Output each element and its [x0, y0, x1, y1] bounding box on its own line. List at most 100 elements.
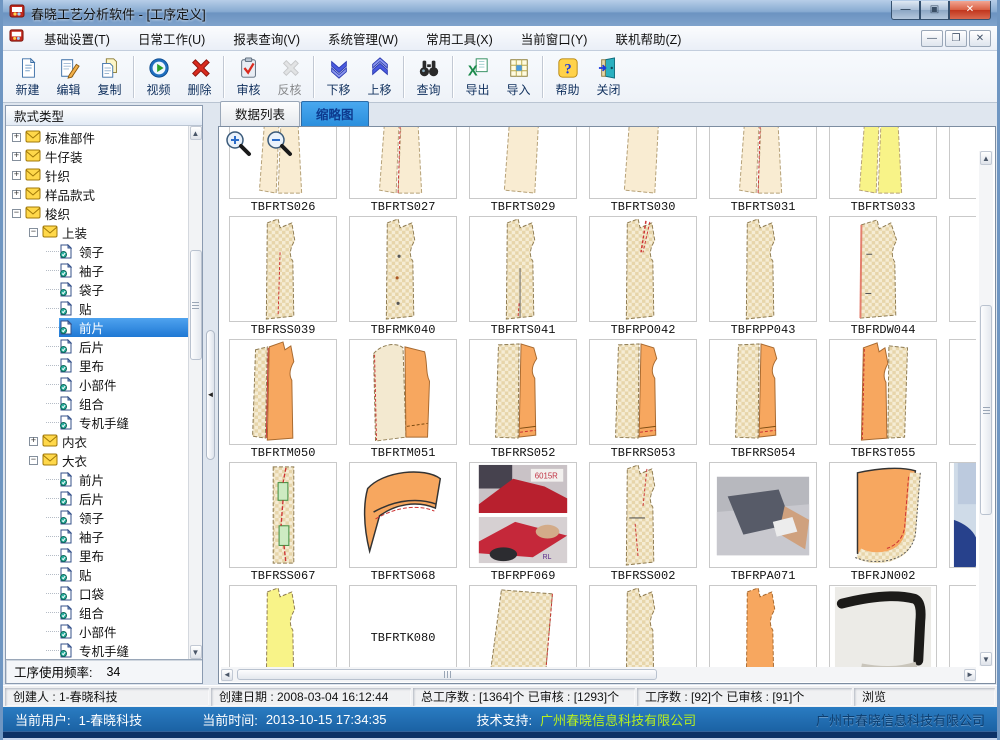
tree-item-前片[interactable]: 前片	[6, 470, 188, 489]
toolbar-button-2[interactable]: 编辑	[48, 53, 89, 101]
tree-item-小部件[interactable]: 小部件	[6, 375, 188, 394]
thumbnail-image[interactable]	[229, 585, 337, 667]
toolbar-button-12[interactable]: 导入	[498, 53, 539, 101]
toolbar-button-9[interactable]: 上移	[359, 53, 400, 101]
pattern-thumbnail-TBFRTM050[interactable]: TBFRTM050	[229, 339, 337, 462]
grid-scroll-thumb[interactable]	[980, 305, 992, 515]
expand-plus-icon[interactable]: +	[12, 171, 21, 180]
pattern-thumbnail[interactable]	[949, 216, 976, 339]
tree-scroll-down-icon[interactable]: ▼	[190, 645, 202, 659]
thumbnail-image[interactable]	[949, 127, 976, 199]
toolbar-button-8[interactable]: 下移	[318, 53, 359, 101]
close-button[interactable]: ✕	[949, 1, 991, 20]
tree-item-组合[interactable]: 组合	[6, 603, 188, 622]
thumbnail-image[interactable]	[829, 585, 937, 667]
pattern-thumbnail-TBFRTS031[interactable]: TBFRTS031	[709, 127, 817, 216]
pattern-thumbnail-TBFRDW044[interactable]: TBFRDW044	[829, 216, 937, 339]
tree-item-标准部件[interactable]: +标准部件	[6, 128, 188, 147]
pattern-thumbnail[interactable]	[229, 585, 337, 667]
toolbar-button-1[interactable]: 新建	[7, 53, 48, 101]
tree-item-针织[interactable]: +针织	[6, 166, 188, 185]
thumbnail-image[interactable]	[469, 216, 577, 322]
tree-item-牛仔装[interactable]: +牛仔装	[6, 147, 188, 166]
thumbnail-image[interactable]	[469, 127, 577, 199]
menu-item-4[interactable]: 系统管理(W)	[318, 26, 408, 51]
thumbnail-image[interactable]	[949, 216, 976, 322]
pattern-thumbnail[interactable]	[829, 585, 937, 667]
pattern-thumbnail-TBFRPF069[interactable]: 6015RRLTBFRPF069	[469, 462, 577, 585]
thumbnail-image[interactable]	[709, 216, 817, 322]
pattern-thumbnail-TBFRTS041[interactable]: TBFRTS041	[469, 216, 577, 339]
thumbnail-image[interactable]	[829, 216, 937, 322]
grid-scroll-right-icon[interactable]: ►	[964, 669, 976, 681]
collapse-minus-icon[interactable]: −	[12, 209, 21, 218]
minimize-button[interactable]: —	[891, 1, 920, 20]
thumbnail-image[interactable]	[589, 339, 697, 445]
tree-item-专机手缝[interactable]: 专机手缝	[6, 413, 188, 432]
splitter-collapse-handle[interactable]: ◄	[206, 330, 215, 460]
pattern-thumbnail-TBFRRS053[interactable]: TBFRRS053	[589, 339, 697, 462]
tree-item-领子[interactable]: 领子	[6, 508, 188, 527]
menu-item-6[interactable]: 当前窗口(Y)	[511, 26, 598, 51]
pattern-thumbnail[interactable]	[949, 462, 976, 585]
thumbnail-image[interactable]	[469, 585, 577, 667]
tree-item-贴[interactable]: 贴	[6, 565, 188, 584]
menu-item-3[interactable]: 报表查询(V)	[223, 26, 310, 51]
thumbnail-image[interactable]	[589, 462, 697, 568]
grid-scroll-left-icon[interactable]: ◄	[221, 669, 233, 681]
pattern-thumbnail[interactable]	[949, 585, 976, 667]
thumbnail-image[interactable]	[949, 585, 976, 667]
grid-scroll-up-icon[interactable]: ▲	[980, 151, 992, 165]
collapse-minus-icon[interactable]: −	[29, 456, 38, 465]
pattern-thumbnail-TBFRRS052[interactable]: TBFRRS052	[469, 339, 577, 462]
thumbnail-image[interactable]	[589, 127, 697, 199]
thumbnail-image[interactable]	[709, 339, 817, 445]
thumbnail-image[interactable]	[949, 462, 976, 568]
tree-item-口袋[interactable]: 口袋	[6, 584, 188, 603]
tree-item-后片[interactable]: 后片	[6, 489, 188, 508]
menu-item-2[interactable]: 日常工作(U)	[128, 26, 215, 51]
pattern-thumbnail-TBFRPO042[interactable]: TBFRPO042	[589, 216, 697, 339]
toolbar-button-4[interactable]: 视频	[138, 53, 179, 101]
tree-item-袖子[interactable]: 袖子	[6, 261, 188, 280]
thumbnail-image[interactable]	[829, 127, 937, 199]
thumbnail-image[interactable]	[349, 216, 457, 322]
pattern-thumbnail-TBFRPP043[interactable]: TBFRPP043	[709, 216, 817, 339]
toolbar-button-10[interactable]: 查询	[408, 53, 449, 101]
tree-item-前片[interactable]: 前片	[6, 318, 188, 337]
thumbnail-image[interactable]: TBFRTK080	[349, 585, 457, 667]
tree-item-梭织[interactable]: −梭织	[6, 204, 188, 223]
expand-plus-icon[interactable]: +	[29, 437, 38, 446]
pattern-thumbnail-TBFRST055[interactable]: TBFRST055	[829, 339, 937, 462]
grid-horizontal-scrollbar[interactable]: ◄ ►	[221, 667, 976, 682]
pattern-thumbnail-TBFRSS039[interactable]: TBFRSS039	[229, 216, 337, 339]
grid-vertical-scrollbar[interactable]: ▲ ▼	[979, 151, 993, 666]
toolbar-button-14[interactable]: 关闭	[588, 53, 629, 101]
pattern-thumbnail-TBFRJN002[interactable]: TBFRJN002	[829, 462, 937, 585]
thumbnail-image[interactable]	[949, 339, 976, 445]
thumbnail-image[interactable]	[589, 585, 697, 667]
tree-item-内衣[interactable]: +内衣	[6, 432, 188, 451]
pattern-thumbnail[interactable]	[949, 127, 976, 216]
pattern-thumbnail-TBFRTS030[interactable]: TBFRTS030	[589, 127, 697, 216]
tree-item-后片[interactable]: 后片	[6, 337, 188, 356]
zoom-in-icon[interactable]	[225, 130, 252, 162]
thumbnail-image[interactable]	[709, 127, 817, 199]
panel-splitter[interactable]: ◄	[203, 105, 218, 684]
tree-scroll-thumb[interactable]	[190, 250, 202, 360]
expand-plus-icon[interactable]: +	[12, 190, 21, 199]
toolbar-button-5[interactable]: 删除	[179, 53, 220, 101]
tree-item-组合[interactable]: 组合	[6, 394, 188, 413]
tree-item-上装[interactable]: −上装	[6, 223, 188, 242]
tree-item-领子[interactable]: 领子	[6, 242, 188, 261]
menu-item-5[interactable]: 常用工具(X)	[416, 26, 503, 51]
pattern-thumbnail-TBFRTS068[interactable]: TBFRTS068	[349, 462, 457, 585]
tab-thumbnails[interactable]: 缩略图	[301, 101, 369, 126]
menu-item-7[interactable]: 联机帮助(Z)	[605, 26, 691, 51]
toolbar-button-3[interactable]: 复制	[89, 53, 130, 101]
pattern-thumbnail-TBFRTK080[interactable]: TBFRTK080	[349, 585, 457, 667]
grid-hscroll-thumb[interactable]	[237, 669, 657, 680]
thumbnail-image[interactable]	[349, 462, 457, 568]
pattern-thumbnail[interactable]	[589, 585, 697, 667]
pattern-thumbnail-TBFRTS033[interactable]: TBFRTS033	[829, 127, 937, 216]
